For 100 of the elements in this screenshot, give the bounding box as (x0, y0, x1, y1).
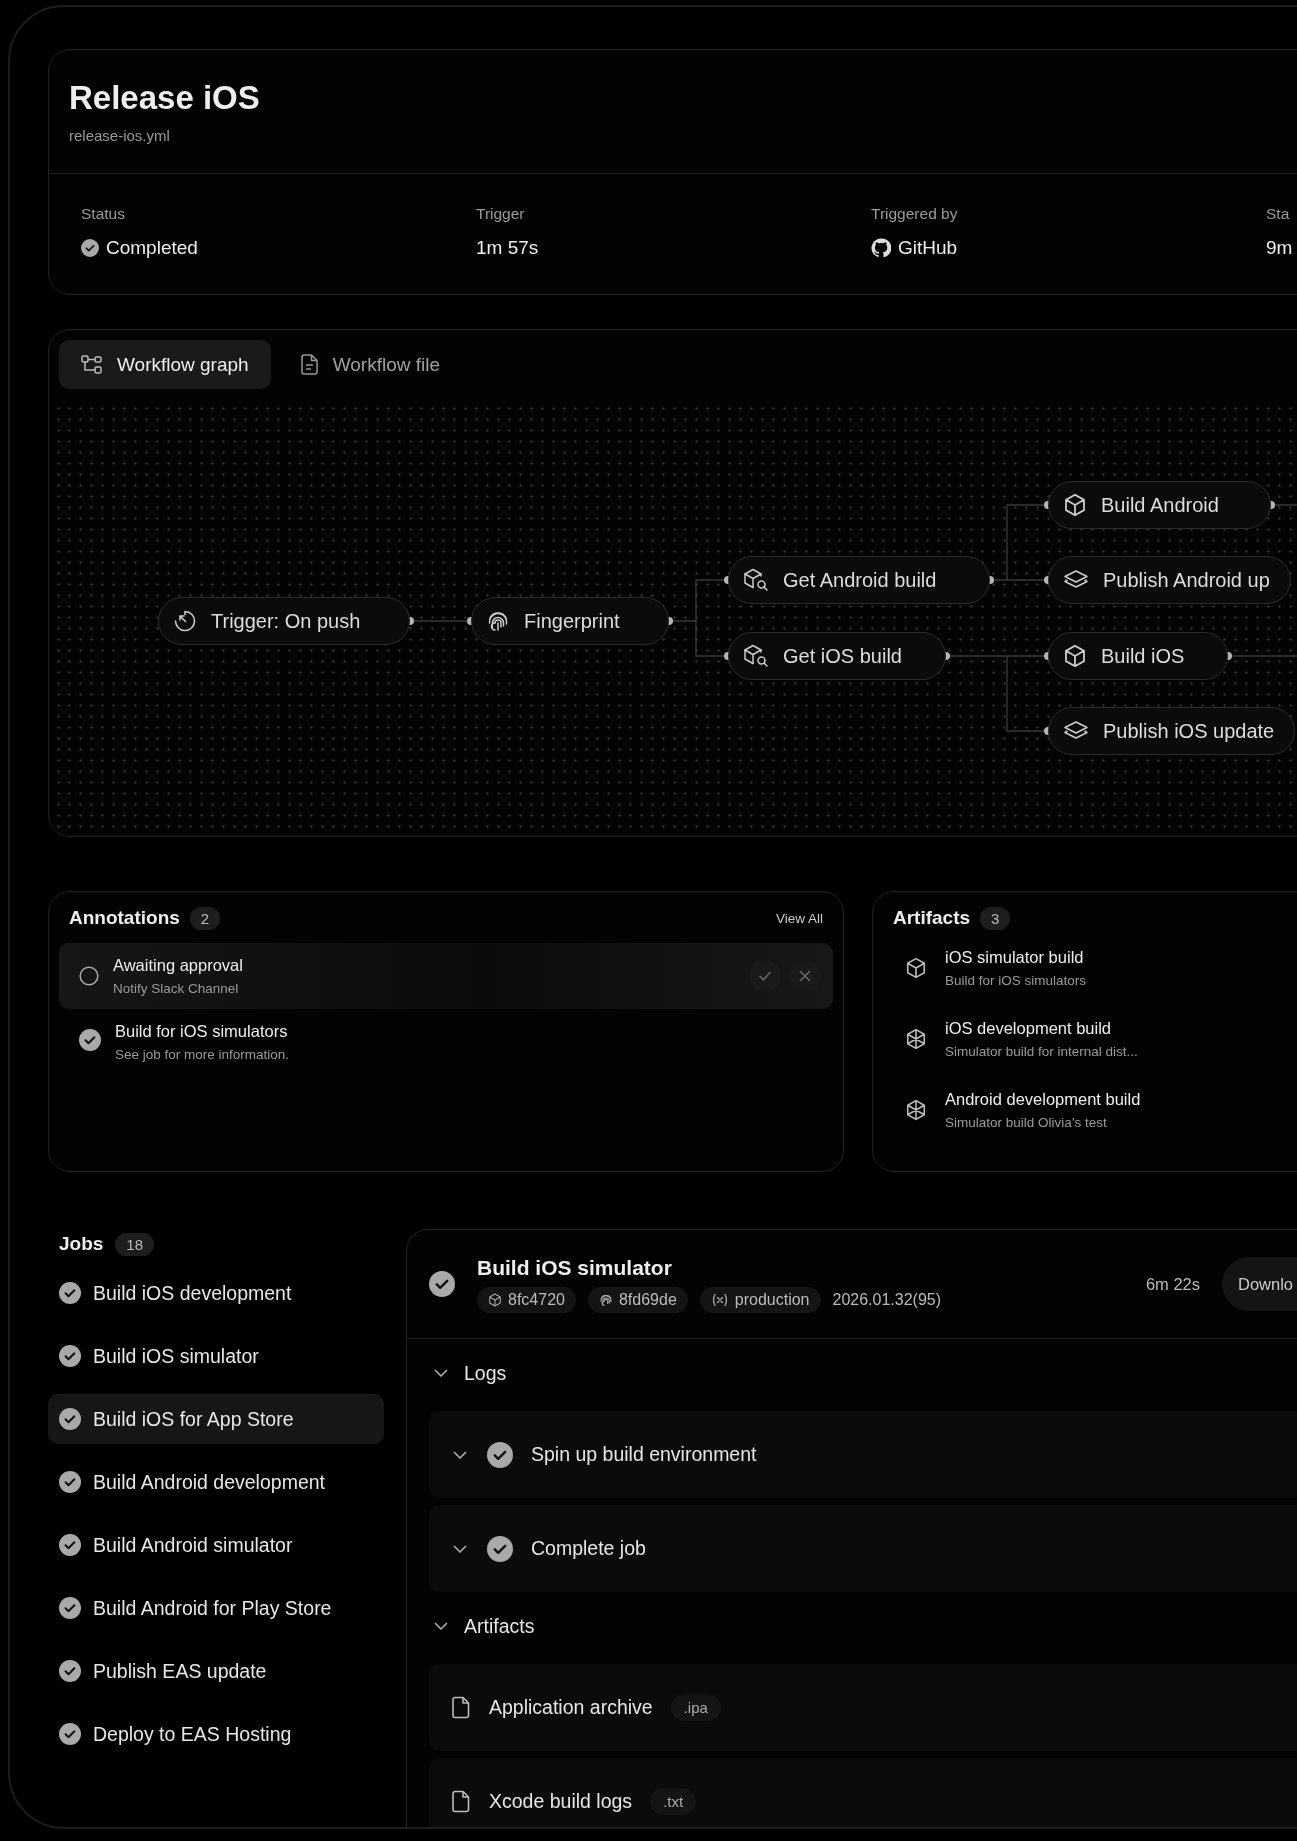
check-circle-icon (59, 1408, 81, 1430)
node-label: Build iOS (1101, 644, 1185, 668)
job-item[interactable]: Build Android simulator (48, 1520, 384, 1570)
graph-icon (81, 354, 103, 375)
stat-label: Status (81, 205, 126, 223)
log-step-label: Spin up build environment (531, 1443, 757, 1466)
hexagon-icon (905, 1027, 927, 1050)
artifact-row[interactable]: iOS development build Simulator build for internal dist... (883, 1003, 1297, 1074)
download-button[interactable]: Downlo (1222, 1257, 1297, 1311)
job-label: Build Android development (93, 1470, 325, 1494)
workflow-node[interactable]: Publish Android up (1048, 556, 1291, 604)
close-icon (797, 968, 813, 984)
variable-icon (710, 1292, 729, 1307)
job-item[interactable]: Build iOS simulator (48, 1331, 384, 1381)
annotation-subtitle: Notify Slack Channel (113, 981, 240, 996)
tab[interactable]: Workflow graph (59, 340, 271, 389)
cube-search-icon (743, 644, 769, 668)
artifact-file-row[interactable]: Xcode build logs .txt (429, 1758, 1297, 1827)
hexagon-icon (905, 1098, 927, 1121)
log-step-label: Complete job (531, 1537, 646, 1560)
workflow-node[interactable]: Build Android (1048, 481, 1271, 529)
section-title: Logs (464, 1361, 507, 1385)
check-circle-icon (487, 1535, 513, 1562)
stat-label: Sta (1266, 205, 1291, 223)
check-circle-icon (59, 1723, 81, 1745)
annotations-title: Annotations (69, 907, 180, 929)
workflow-node[interactable]: Fingerprint (471, 597, 669, 645)
section-header[interactable]: Logs (407, 1355, 1297, 1391)
artifact-description: Simulator build for internal dist... (945, 1043, 1138, 1059)
annotation-subtitle: See job for more information. (115, 1047, 290, 1062)
artifact-row[interactable]: Android development build Simulator build Olivia’s test (883, 1074, 1297, 1145)
timer-icon (173, 609, 197, 633)
count-badge: 18 (115, 1232, 155, 1256)
file-extension: .txt (650, 1788, 697, 1815)
workflow-node[interactable]: Get iOS build (728, 632, 946, 680)
document-icon (300, 354, 319, 375)
fingerprint-icon (486, 609, 510, 633)
artifact-name: Android development build (945, 1089, 1141, 1109)
job-label: Deploy to EAS Hosting (93, 1722, 292, 1746)
file-icon (451, 1790, 471, 1813)
workflow-node[interactable]: Get Android build (728, 556, 990, 604)
stat-label: Triggered by (871, 205, 959, 223)
node-label: Fingerprint (524, 609, 620, 633)
annotation-title: Awaiting approval (113, 956, 243, 975)
section-header[interactable]: Artifacts (407, 1608, 1297, 1644)
artifact-description: Build for iOS simulators (945, 972, 1087, 988)
tag: 8fd69de (587, 1286, 688, 1313)
node-label: Trigger: On push (211, 609, 361, 633)
job-label: Build Android simulator (93, 1533, 293, 1557)
log-step-row[interactable]: Complete job (429, 1505, 1297, 1592)
job-title: Build iOS simulator (477, 1255, 673, 1280)
job-label: Build iOS for App Store (93, 1407, 294, 1431)
job-item[interactable]: Build iOS development (48, 1268, 384, 1318)
check-circle-icon (487, 1441, 513, 1468)
annotation-title: Build for iOS simulators (115, 1022, 289, 1041)
job-item[interactable]: Build Android for Play Store (48, 1583, 384, 1633)
tab[interactable]: Workflow file (278, 340, 462, 389)
layers-icon (1063, 720, 1089, 742)
job-label: Publish EAS update (93, 1659, 267, 1683)
node-label: Build Android (1101, 493, 1219, 517)
check-circle-icon (81, 239, 99, 257)
cube-icon (488, 1292, 502, 1307)
cube-icon (1063, 493, 1087, 517)
check-circle-icon (59, 1345, 81, 1367)
workflow-filename: release-ios.yml (69, 127, 171, 144)
artifact-file-row[interactable]: Application archive .ipa (429, 1664, 1297, 1751)
workflow-node[interactable]: Publish iOS update (1048, 707, 1296, 755)
view-all-link[interactable]: View All (775, 910, 823, 926)
log-step-row[interactable]: Spin up build environment (429, 1411, 1297, 1498)
job-item[interactable]: Build iOS for App Store (48, 1394, 384, 1444)
job-label: Build iOS development (93, 1281, 292, 1305)
node-label: Publish iOS update (1103, 719, 1275, 743)
file-extension: .ipa (670, 1694, 721, 1721)
artifact-description: Simulator build Olivia’s test (945, 1114, 1108, 1130)
file-name: Xcode build logs (489, 1790, 633, 1813)
tag: 8fc4720 (477, 1286, 576, 1313)
job-item[interactable]: Publish EAS update (48, 1646, 384, 1696)
count-badge: 3 (980, 906, 1011, 930)
fingerprint-icon (598, 1292, 613, 1307)
jobs-title: Jobs (59, 1233, 104, 1255)
job-item[interactable]: Deploy to EAS Hosting (48, 1709, 384, 1759)
file-name: Application archive (489, 1696, 653, 1719)
workflow-title: Release iOS (69, 78, 261, 118)
annotation-row[interactable]: Build for iOS simulators See job for more information. (59, 1009, 833, 1075)
node-label: Publish Android up (1103, 568, 1270, 592)
layers-icon (1063, 569, 1089, 591)
artifact-row[interactable]: iOS simulator build Build for iOS simulators (883, 932, 1297, 1003)
workflow-node[interactable]: Build iOS (1048, 632, 1228, 680)
cube-search-icon (743, 568, 769, 592)
job-item[interactable]: Build Android development (48, 1457, 384, 1507)
build-version: 2026.01.32(95) (832, 1290, 942, 1309)
check-circle-icon (59, 1534, 81, 1556)
node-label: Get iOS build (783, 644, 902, 668)
stat-value: 1m 57s (476, 236, 539, 260)
count-badge: 2 (189, 906, 221, 930)
job-label: Build iOS simulator (93, 1344, 259, 1368)
artifact-name: iOS simulator build (945, 947, 1085, 967)
workflow-node[interactable]: Trigger: On push (158, 597, 410, 645)
check-circle-icon (59, 1282, 81, 1304)
check-circle-icon (59, 1471, 81, 1493)
